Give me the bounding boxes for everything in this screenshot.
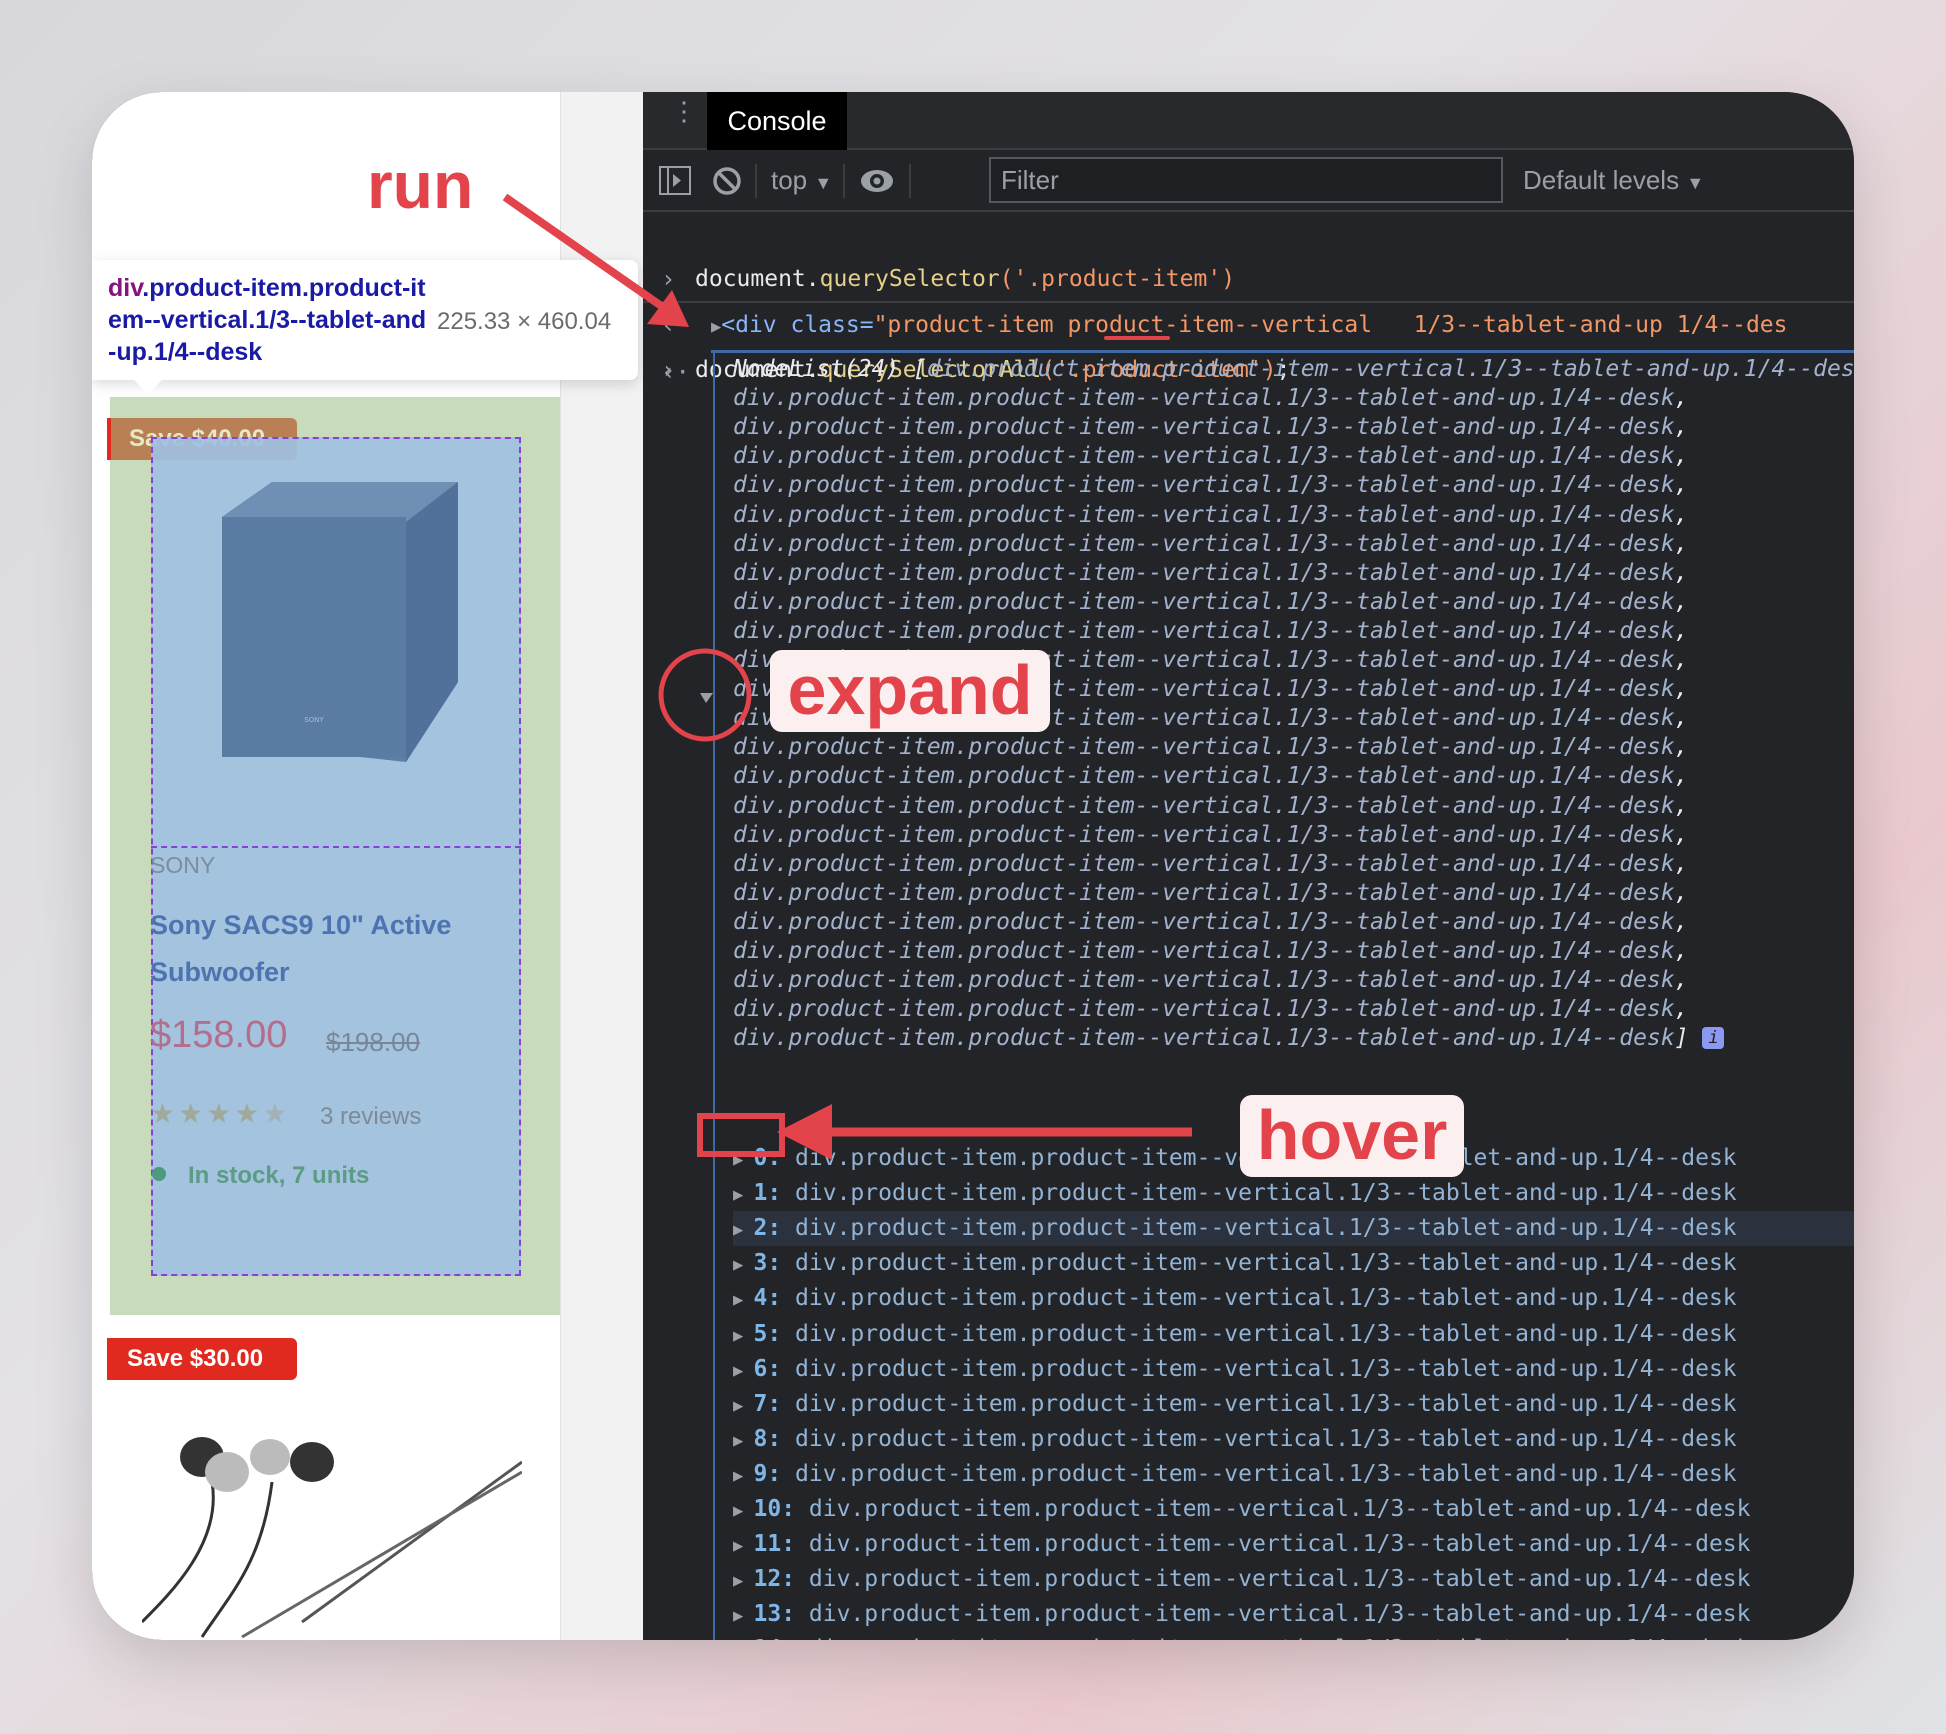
annotation-hover: hover [1240,1095,1464,1177]
annotation-arrow-run [502,193,1192,1160]
annotation-rect [697,1113,785,1157]
screenshot-card: Save $40.00 SONY SONY Sony SACS9 10" Act… [92,92,1854,1640]
annotation-expand: expand [770,650,1050,732]
